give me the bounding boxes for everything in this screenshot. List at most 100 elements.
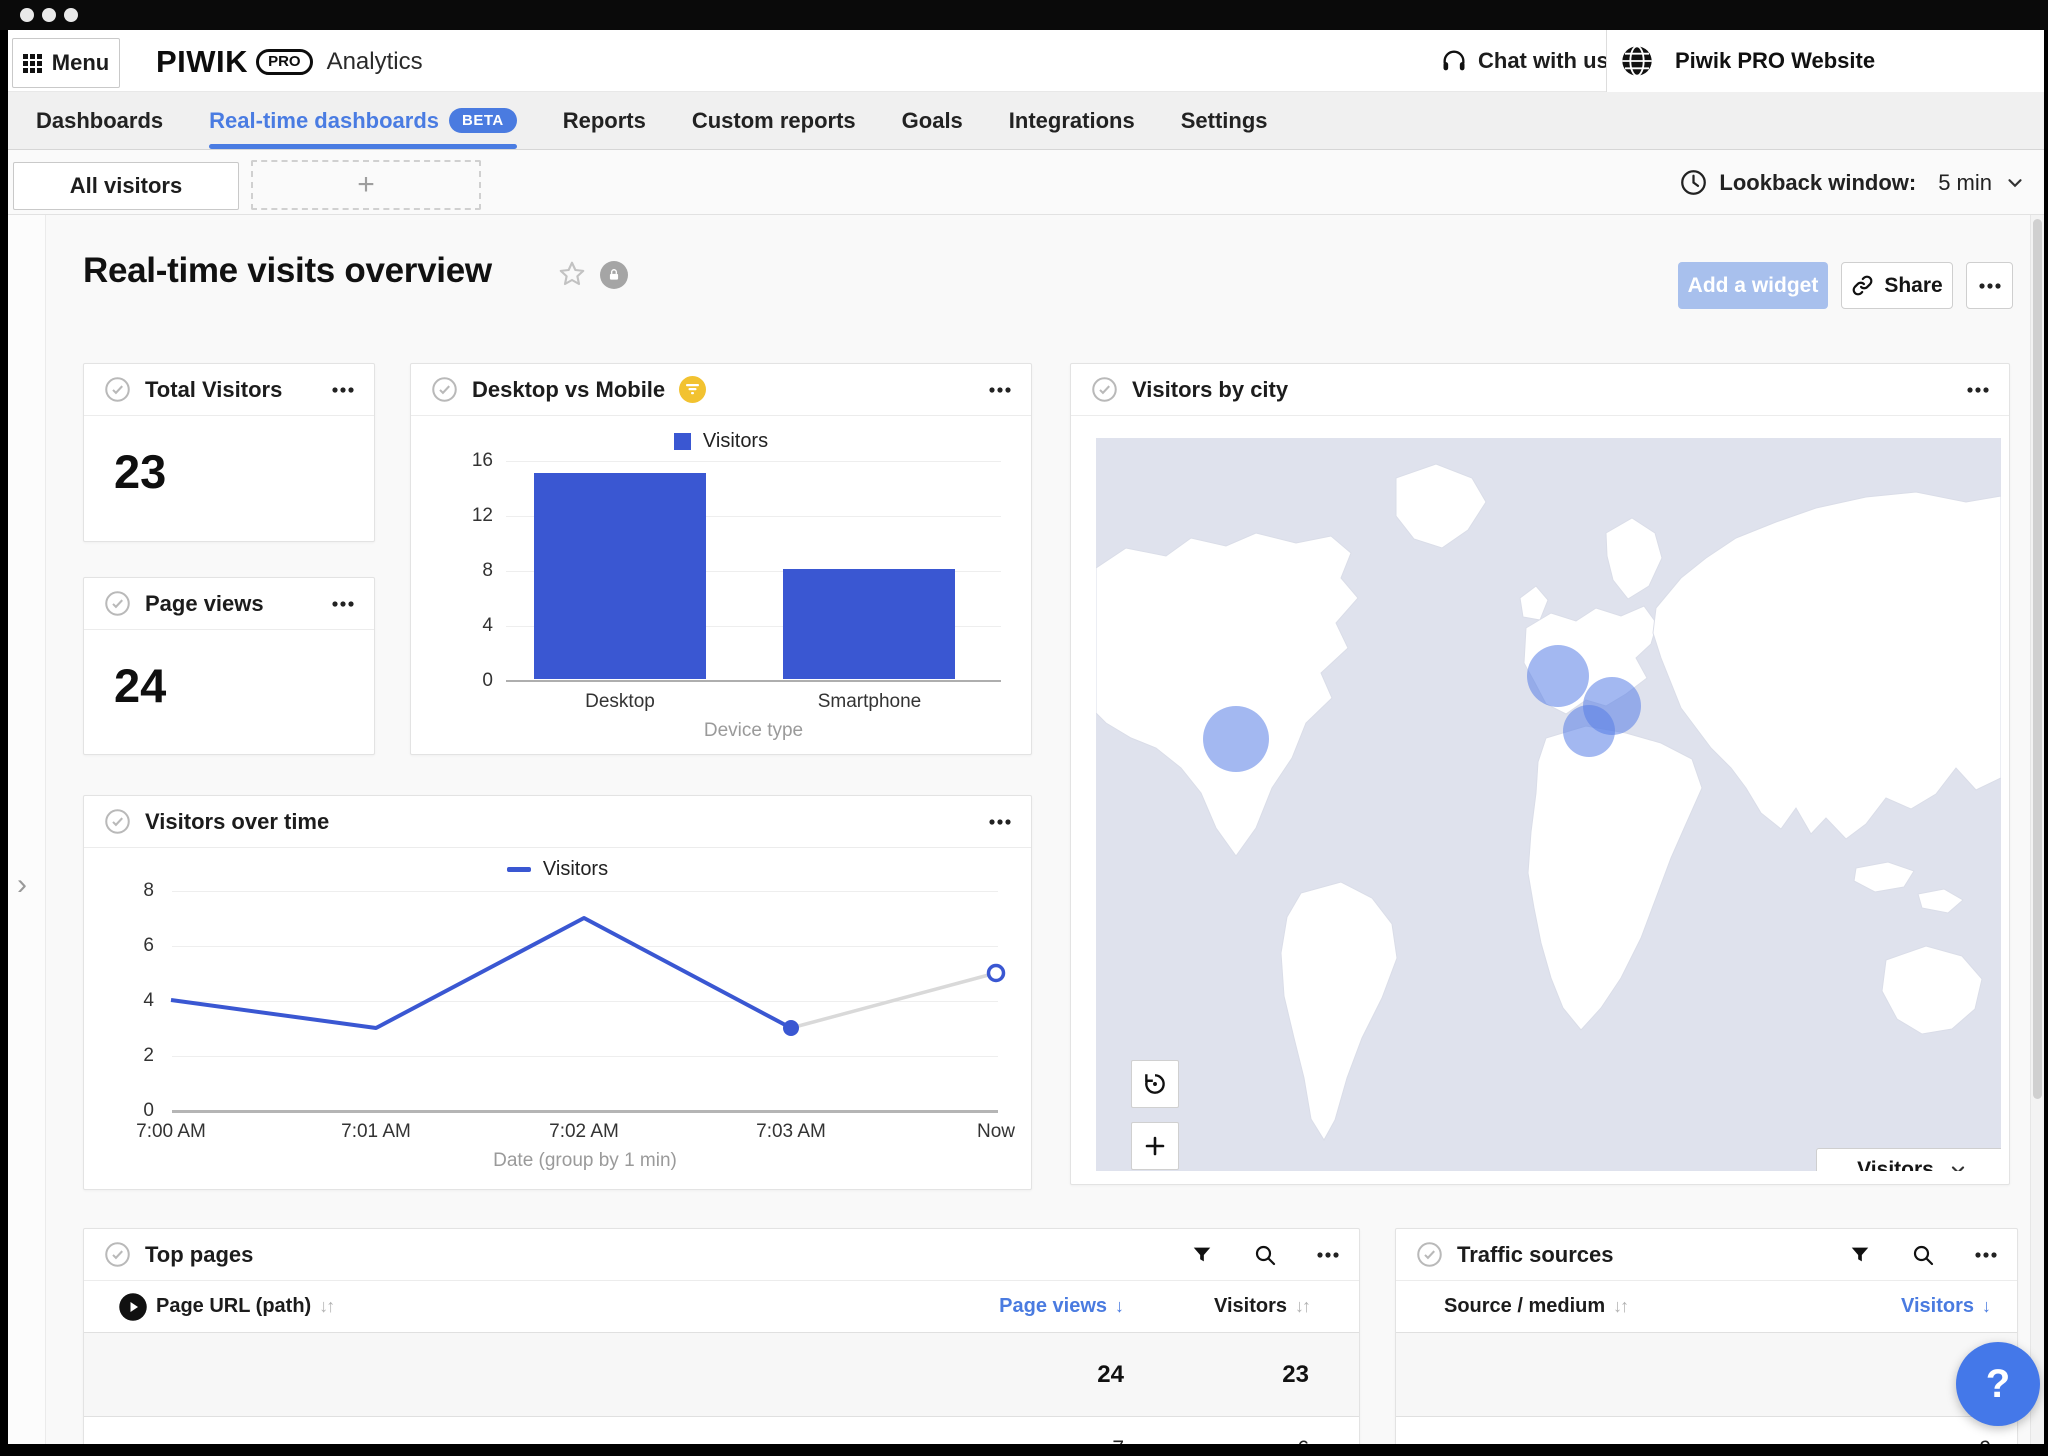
widget-total-visitors: Total Visitors 23 (83, 363, 375, 542)
menu-button[interactable]: Menu (12, 38, 120, 88)
legend-swatch (674, 433, 691, 450)
expand-sidebar-chevron-icon[interactable]: › (17, 870, 27, 900)
world-map[interactable]: Visitors (1096, 438, 2001, 1171)
lookback-value: 5 min (1938, 170, 1992, 196)
widget-page-views: Page views 24 (83, 577, 375, 755)
column-header-visitors[interactable]: Visitors ↓↑ (1124, 1295, 1309, 1318)
widget-traffic-sources: Traffic sources Source / medium ↓↑ Visit… (1395, 1228, 2018, 1444)
collapsed-sidebar-rail: › (8, 215, 46, 1444)
widget-status-check-icon (104, 376, 131, 403)
x-tick: 7:00 AM (111, 1121, 231, 1143)
window-titlebar (0, 0, 2048, 30)
funnel-icon (1849, 1244, 1871, 1266)
table-row[interactable]: /pricing/ 7 29.17% 6 26.09% (84, 1417, 1359, 1444)
dashboard-content: › Real-time visits overview Add a widget… (8, 215, 2044, 1444)
chevron-down-icon (1948, 1160, 1968, 1172)
window-close-button[interactable] (20, 8, 34, 22)
table-row[interactable]: bing / ppc 9 39.13% (1396, 1417, 2017, 1444)
column-header-page-views[interactable]: Page views ↓ (939, 1295, 1124, 1318)
clock-icon (1680, 169, 1707, 196)
play-circle-icon (118, 1292, 148, 1322)
widget-title: Desktop vs Mobile (472, 377, 665, 403)
funnel-icon (1191, 1244, 1213, 1266)
brand-name: PIWIK (156, 44, 248, 80)
widget-title: Traffic sources (1457, 1242, 1614, 1268)
page-views-value: 7 (939, 1437, 1124, 1445)
segment-tab-all-visitors[interactable]: All visitors (13, 162, 239, 210)
add-widget-button[interactable]: Add a widget (1678, 262, 1828, 309)
site-name: Piwik PRO Website (1675, 48, 1875, 74)
total-visitors-value: 23 (84, 416, 374, 499)
table-header-row: Page URL (path) ↓↑ Page views ↓ Visitors… (84, 1281, 1359, 1333)
search-button[interactable] (1253, 1243, 1277, 1267)
widget-menu-button[interactable] (1967, 387, 1989, 393)
lookback-window-control[interactable]: Lookback window: 5 min (1680, 150, 2026, 215)
globe-icon (1621, 45, 1653, 77)
map-zoom-in-button[interactable] (1131, 1122, 1179, 1170)
window-minimize-button[interactable] (42, 8, 56, 22)
widget-menu-button[interactable] (1975, 1252, 1997, 1258)
widget-menu-button[interactable] (1317, 1252, 1339, 1258)
widget-menu-button[interactable] (989, 387, 1011, 393)
widget-status-check-icon (431, 376, 458, 403)
tab-dashboards[interactable]: Dashboards (36, 92, 163, 149)
map-reset-button[interactable] (1131, 1060, 1179, 1108)
widget-top-pages: Top pages Page URL (path) ↓↑ Page views … (83, 1228, 1360, 1444)
filter-applied-badge-icon[interactable] (679, 376, 706, 403)
x-axis-label: Device type (506, 720, 1001, 742)
x-tick: Smartphone (783, 691, 956, 713)
bar-smartphone (783, 569, 955, 679)
dashboard-more-button[interactable] (1966, 262, 2013, 309)
x-tick: 7:02 AM (524, 1121, 644, 1143)
widget-title: Visitors by city (1132, 377, 1288, 403)
page-title: Real-time visits overview (83, 251, 492, 291)
x-tick: 7:03 AM (731, 1121, 851, 1143)
lookback-label: Lookback window: (1719, 170, 1916, 196)
y-tick: 4 (433, 615, 493, 637)
tab-integrations[interactable]: Integrations (1009, 92, 1135, 149)
city-bubble-western-europe[interactable] (1527, 645, 1589, 707)
favorite-star-icon[interactable] (557, 259, 587, 294)
sort-both-icon: ↓↑ (319, 1296, 333, 1317)
app-window: Menu PIWIK PRO Analytics Chat with us Pi… (8, 30, 2044, 1444)
window-zoom-button[interactable] (64, 8, 78, 22)
private-lock-icon (600, 261, 628, 289)
column-header-visitors[interactable]: Visitors ↓ (1831, 1295, 1991, 1318)
widget-visitors-by-city: Visitors by city (1070, 363, 2010, 1185)
world-map-landmass (1096, 438, 2001, 1171)
add-dashboard-tab-button[interactable]: + (251, 160, 481, 210)
tab-settings[interactable]: Settings (1181, 92, 1268, 149)
tab-goals[interactable]: Goals (902, 92, 963, 149)
scrollbar-thumb[interactable] (2033, 219, 2042, 1099)
x-tick: Desktop (534, 691, 706, 713)
table-header-row: Source / medium ↓↑ Visitors ↓ (1396, 1281, 2017, 1333)
visitors-value: 9 (1831, 1437, 1991, 1445)
share-button[interactable]: Share (1841, 262, 1953, 309)
column-header-page-url[interactable]: Page URL (path) ↓↑ (84, 1292, 939, 1322)
tab-reports[interactable]: Reports (563, 92, 646, 149)
filter-button[interactable] (1849, 1244, 1871, 1266)
site-selector[interactable]: Piwik PRO Website (1606, 30, 2044, 92)
page-views-value: 24 (84, 630, 374, 713)
ellipsis-icon (989, 387, 1011, 393)
ellipsis-icon (1967, 387, 1989, 393)
ellipsis-icon (1975, 1252, 1997, 1258)
brand-pro-badge: PRO (256, 49, 313, 75)
filter-button[interactable] (1191, 1244, 1213, 1266)
tab-custom-reports[interactable]: Custom reports (692, 92, 856, 149)
bar-desktop (534, 473, 706, 679)
beta-badge: BETA (449, 108, 517, 133)
chat-with-us-link[interactable]: Chat with us (1440, 30, 1609, 92)
link-icon (1851, 274, 1874, 297)
widget-menu-button[interactable] (332, 601, 354, 607)
search-button[interactable] (1911, 1243, 1935, 1267)
widget-menu-button[interactable] (332, 387, 354, 393)
totals-page-views: 24 (939, 1361, 1124, 1389)
tab-real-time-dashboards[interactable]: Real-time dashboards BETA (209, 92, 517, 149)
y-tick: 8 (433, 560, 493, 582)
map-metric-dropdown[interactable]: Visitors (1816, 1148, 2001, 1171)
help-button[interactable]: ? (1956, 1342, 2040, 1426)
magnifier-icon (1253, 1243, 1277, 1267)
column-header-source-medium[interactable]: Source / medium ↓↑ (1396, 1295, 1831, 1318)
city-bubble-north-america-east[interactable] (1203, 706, 1269, 772)
